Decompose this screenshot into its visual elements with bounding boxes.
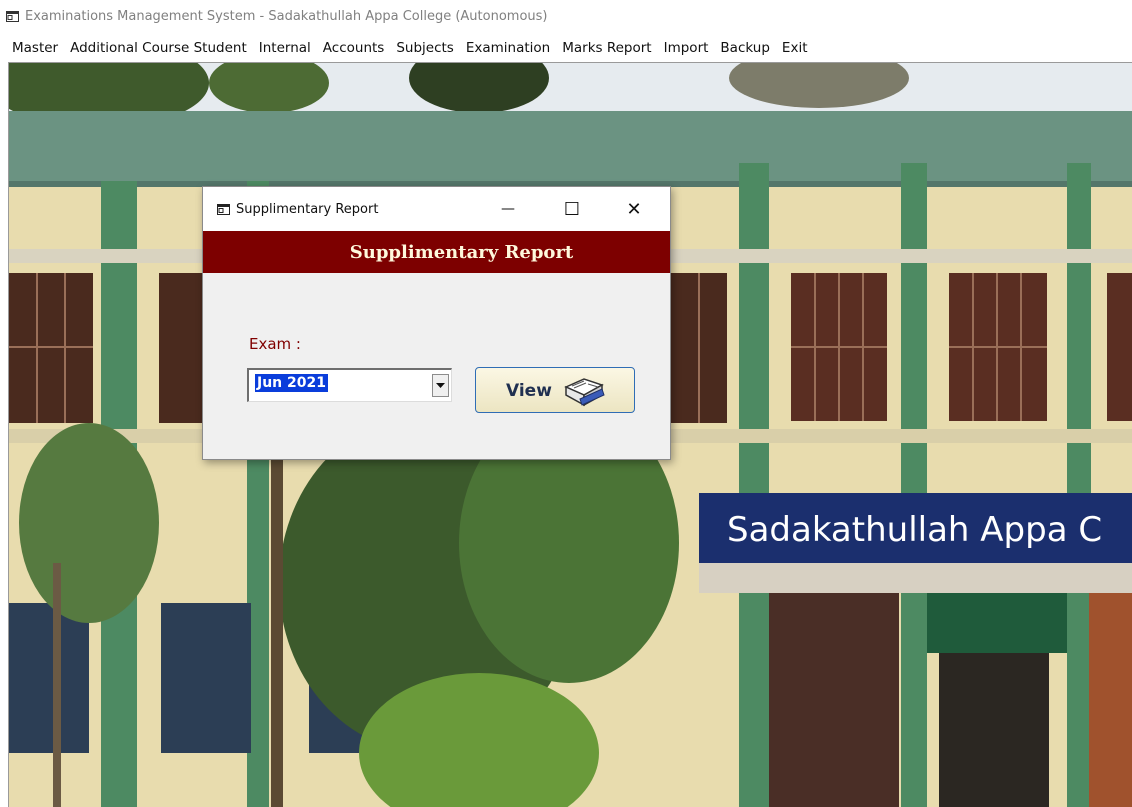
menu-backup[interactable]: Backup — [720, 40, 770, 56]
report-banner: Supplimentary Report — [203, 231, 670, 273]
open-book-icon — [564, 378, 605, 407]
close-icon: ✕ — [626, 198, 642, 220]
view-button[interactable]: View — [475, 367, 635, 413]
menu-import[interactable]: Import — [664, 40, 709, 56]
menu-subjects[interactable]: Subjects — [396, 40, 454, 56]
app-title: Examinations Management System - Sadakat… — [25, 9, 548, 24]
menu-examination[interactable]: Examination — [466, 40, 550, 56]
view-button-label: View — [506, 381, 552, 401]
supplimentary-report-dialog: Supplimentary Report — ☐ ✕ Supplimentary… — [202, 186, 671, 460]
dialog-title-bar[interactable]: Supplimentary Report — ☐ ✕ — [203, 187, 670, 231]
exam-select-value: Jun 2021 — [255, 374, 328, 392]
banner-title: Supplimentary Report — [349, 241, 574, 263]
menu-accounts[interactable]: Accounts — [323, 40, 385, 56]
close-button[interactable]: ✕ — [611, 187, 657, 231]
exam-select[interactable]: Jun 2021 — [247, 368, 452, 402]
exam-label: Exam : — [249, 335, 301, 353]
menu-bar: Master Additional Course Student Interna… — [0, 36, 1132, 60]
minimize-button[interactable]: — — [485, 187, 531, 231]
building-sign-text: Sadakathullah Appa C — [727, 510, 1102, 550]
app-title-bar: Examinations Management System - Sadakat… — [0, 0, 1132, 34]
minimize-icon: — — [501, 201, 515, 217]
menu-marks-report[interactable]: Marks Report — [562, 40, 651, 56]
menu-internal[interactable]: Internal — [259, 40, 311, 56]
menu-master[interactable]: Master — [12, 40, 58, 56]
dialog-title: Supplimentary Report — [236, 202, 379, 217]
dialog-window-icon — [217, 204, 230, 215]
menu-additional-course-student[interactable]: Additional Course Student — [70, 40, 247, 56]
dropdown-arrow-button[interactable] — [432, 374, 449, 397]
maximize-icon: ☐ — [563, 198, 581, 220]
maximize-button[interactable]: ☐ — [549, 187, 595, 231]
app-window-icon — [6, 11, 19, 22]
chevron-down-icon — [436, 382, 445, 388]
menu-exit[interactable]: Exit — [782, 40, 808, 56]
